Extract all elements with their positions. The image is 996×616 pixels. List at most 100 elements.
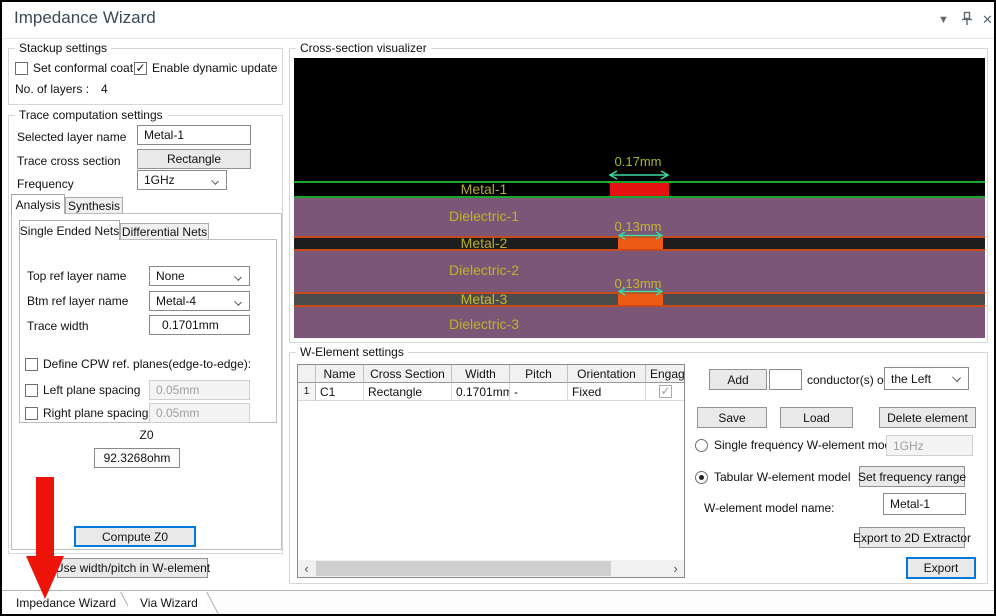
cross-section-visualizer-group: Cross-section visualizer 0.17mm Metal-1 … xyxy=(289,48,988,343)
define-cpw-checkbox[interactable]: Define CPW ref. planes(edge-to-edge): xyxy=(25,357,251,371)
delete-element-button[interactable]: Delete element xyxy=(879,407,976,428)
set-frequency-range-button[interactable]: Set frequency range xyxy=(859,466,965,487)
chevron-down-icon[interactable]: ▼ xyxy=(938,14,949,26)
selected-layer-name-field[interactable]: Metal-1 xyxy=(137,125,251,145)
checkbox-box[interactable] xyxy=(25,384,38,397)
left-plane-spacing-field: 0.05mm xyxy=(149,380,250,400)
right-plane-spacing-checkbox[interactable]: Right plane spacing xyxy=(25,406,148,420)
row-number-cell[interactable]: 1 xyxy=(298,383,316,401)
column-header-width[interactable]: Width xyxy=(452,365,510,383)
cell-width[interactable]: 0.1701mm xyxy=(452,383,510,401)
checkbox-box[interactable] xyxy=(25,358,38,371)
tab-analysis[interactable]: Analysis xyxy=(11,194,65,214)
trace-cross-section-button[interactable]: Rectangle xyxy=(137,149,251,169)
close-icon[interactable]: ✕ xyxy=(982,12,993,28)
left-plane-spacing-checkbox[interactable]: Left plane spacing xyxy=(25,383,140,397)
layer-label-dielectric3: Dielectric-3 xyxy=(399,316,569,332)
model-name-input[interactable] xyxy=(890,497,959,511)
radio-circle-selected[interactable] xyxy=(695,471,708,484)
tabular-model-radio[interactable]: Tabular W-element model xyxy=(695,470,851,484)
enable-dynamic-update-label: Enable dynamic update xyxy=(152,61,277,75)
checkbox-check-icon[interactable]: ✓ xyxy=(134,62,147,75)
set-conformal-coat-checkbox[interactable]: Set conformal coat xyxy=(15,61,133,75)
scroll-right-icon[interactable]: › xyxy=(667,560,684,577)
cross-section-canvas[interactable]: 0.17mm Metal-1 Dielectric-1 0.13mm xyxy=(294,58,985,338)
model-name-field[interactable] xyxy=(883,493,966,515)
export-to-2d-extractor-button[interactable]: Export to 2D Extractor xyxy=(859,527,965,548)
cell-name[interactable]: C1 xyxy=(316,383,364,401)
cell-pitch[interactable]: - xyxy=(510,383,568,401)
page-title: Impedance Wizard xyxy=(14,8,156,28)
single-frequency-radio[interactable]: Single frequency W-element model xyxy=(695,438,901,452)
scroll-left-icon[interactable]: ‹ xyxy=(298,560,315,577)
trace-width-input[interactable] xyxy=(162,318,243,332)
checkbox-box[interactable] xyxy=(25,407,38,420)
cell-engaged[interactable]: ✓ xyxy=(646,383,685,401)
enable-dynamic-update-checkbox[interactable]: ✓ Enable dynamic update xyxy=(134,61,277,75)
column-header-pitch[interactable]: Pitch xyxy=(510,365,568,383)
no-of-layers-label: No. of layers : xyxy=(15,82,89,96)
compute-z0-button[interactable]: Compute Z0 xyxy=(74,526,196,547)
column-header-engaged[interactable]: Engaged xyxy=(646,365,685,383)
load-button[interactable]: Load xyxy=(780,407,853,428)
checkbox-box[interactable] xyxy=(15,62,28,75)
dielectric3-band xyxy=(294,307,985,338)
frequency-label: Frequency xyxy=(17,177,74,191)
w-element-table[interactable]: Name Cross Section Width Pitch Orientati… xyxy=(297,364,685,578)
top-ref-layer-label: Top ref layer name xyxy=(27,269,126,283)
trace-width-label: Trace width xyxy=(27,319,89,333)
trace-width-field[interactable] xyxy=(149,315,250,335)
conductors-on-label: conductor(s) on xyxy=(807,373,890,387)
top-ref-layer-dropdown[interactable]: None xyxy=(149,266,250,286)
model-name-label: W-element model name: xyxy=(704,501,835,515)
z0-label: Z0 xyxy=(12,428,281,442)
tab-via-wizard[interactable]: Via Wizard xyxy=(128,591,206,614)
add-button[interactable]: Add xyxy=(709,369,767,390)
right-plane-spacing-label: Right plane spacing xyxy=(43,406,148,420)
use-width-pitch-button[interactable]: Use width/pitch in W-element xyxy=(57,558,208,578)
single-frequency-label: Single frequency W-element model xyxy=(714,438,901,452)
dimension-arrow-icon xyxy=(608,170,670,180)
scrollbar-thumb[interactable] xyxy=(316,561,611,576)
column-header-cross-section[interactable]: Cross Section xyxy=(364,365,452,383)
cross-section-visualizer-label: Cross-section visualizer xyxy=(296,41,431,55)
tab-synthesis[interactable]: Synthesis xyxy=(65,197,123,214)
tab-differential-nets[interactable]: Differential Nets xyxy=(120,223,209,240)
stackup-settings-group: Stackup settings Set conformal coat ✓ En… xyxy=(8,48,283,105)
btm-ref-layer-dropdown[interactable]: Metal-4 xyxy=(149,291,250,311)
left-plane-spacing-label: Left plane spacing xyxy=(43,383,140,397)
column-header-name[interactable]: Name xyxy=(316,365,364,383)
side-dropdown[interactable]: the Left xyxy=(884,367,969,390)
conductor-count-field[interactable] xyxy=(769,369,802,390)
btm-ref-layer-value: Metal-4 xyxy=(156,294,196,308)
trace-cross-section-label: Trace cross section xyxy=(17,154,121,168)
engaged-checkbox-checked-icon: ✓ xyxy=(659,385,672,398)
table-horizontal-scrollbar[interactable]: ‹ › xyxy=(298,560,684,577)
bottom-tab-bar: Impedance Wizard Via Wizard xyxy=(2,590,994,614)
trace-computation-label: Trace computation settings xyxy=(15,108,167,122)
table-corner-header xyxy=(298,365,316,383)
chevron-down-icon xyxy=(952,373,961,382)
export-button[interactable]: Export xyxy=(906,557,976,579)
tab-single-ended-nets[interactable]: Single Ended Nets xyxy=(19,220,120,240)
layer-label-dielectric2: Dielectric-2 xyxy=(399,262,569,278)
frequency-dropdown[interactable]: 1GHz xyxy=(137,170,227,190)
radio-circle[interactable] xyxy=(695,439,708,452)
dimension-label: 0.17mm xyxy=(578,154,698,169)
define-cpw-label: Define CPW ref. planes(edge-to-edge): xyxy=(43,357,251,371)
red-annotation-arrow xyxy=(26,477,66,599)
set-conformal-coat-label: Set conformal coat xyxy=(33,61,133,75)
tab-divider xyxy=(206,592,219,614)
no-of-layers-value: 4 xyxy=(101,82,108,96)
column-header-orientation[interactable]: Orientation xyxy=(568,365,646,383)
right-plane-spacing-field: 0.05mm xyxy=(149,403,250,423)
cell-orientation[interactable]: Fixed xyxy=(568,383,646,401)
frequency-value: 1GHz xyxy=(144,173,175,187)
cell-cross-section[interactable]: Rectangle xyxy=(364,383,452,401)
save-button[interactable]: Save xyxy=(697,407,767,428)
layer-label-dielectric1: Dielectric-1 xyxy=(399,208,569,224)
conductor-count-input[interactable] xyxy=(776,373,795,387)
w-element-settings-group: W-Element settings Name Cross Section Wi… xyxy=(289,352,988,584)
layer-label-metal1: Metal-1 xyxy=(399,181,569,197)
pin-icon[interactable] xyxy=(960,11,974,27)
